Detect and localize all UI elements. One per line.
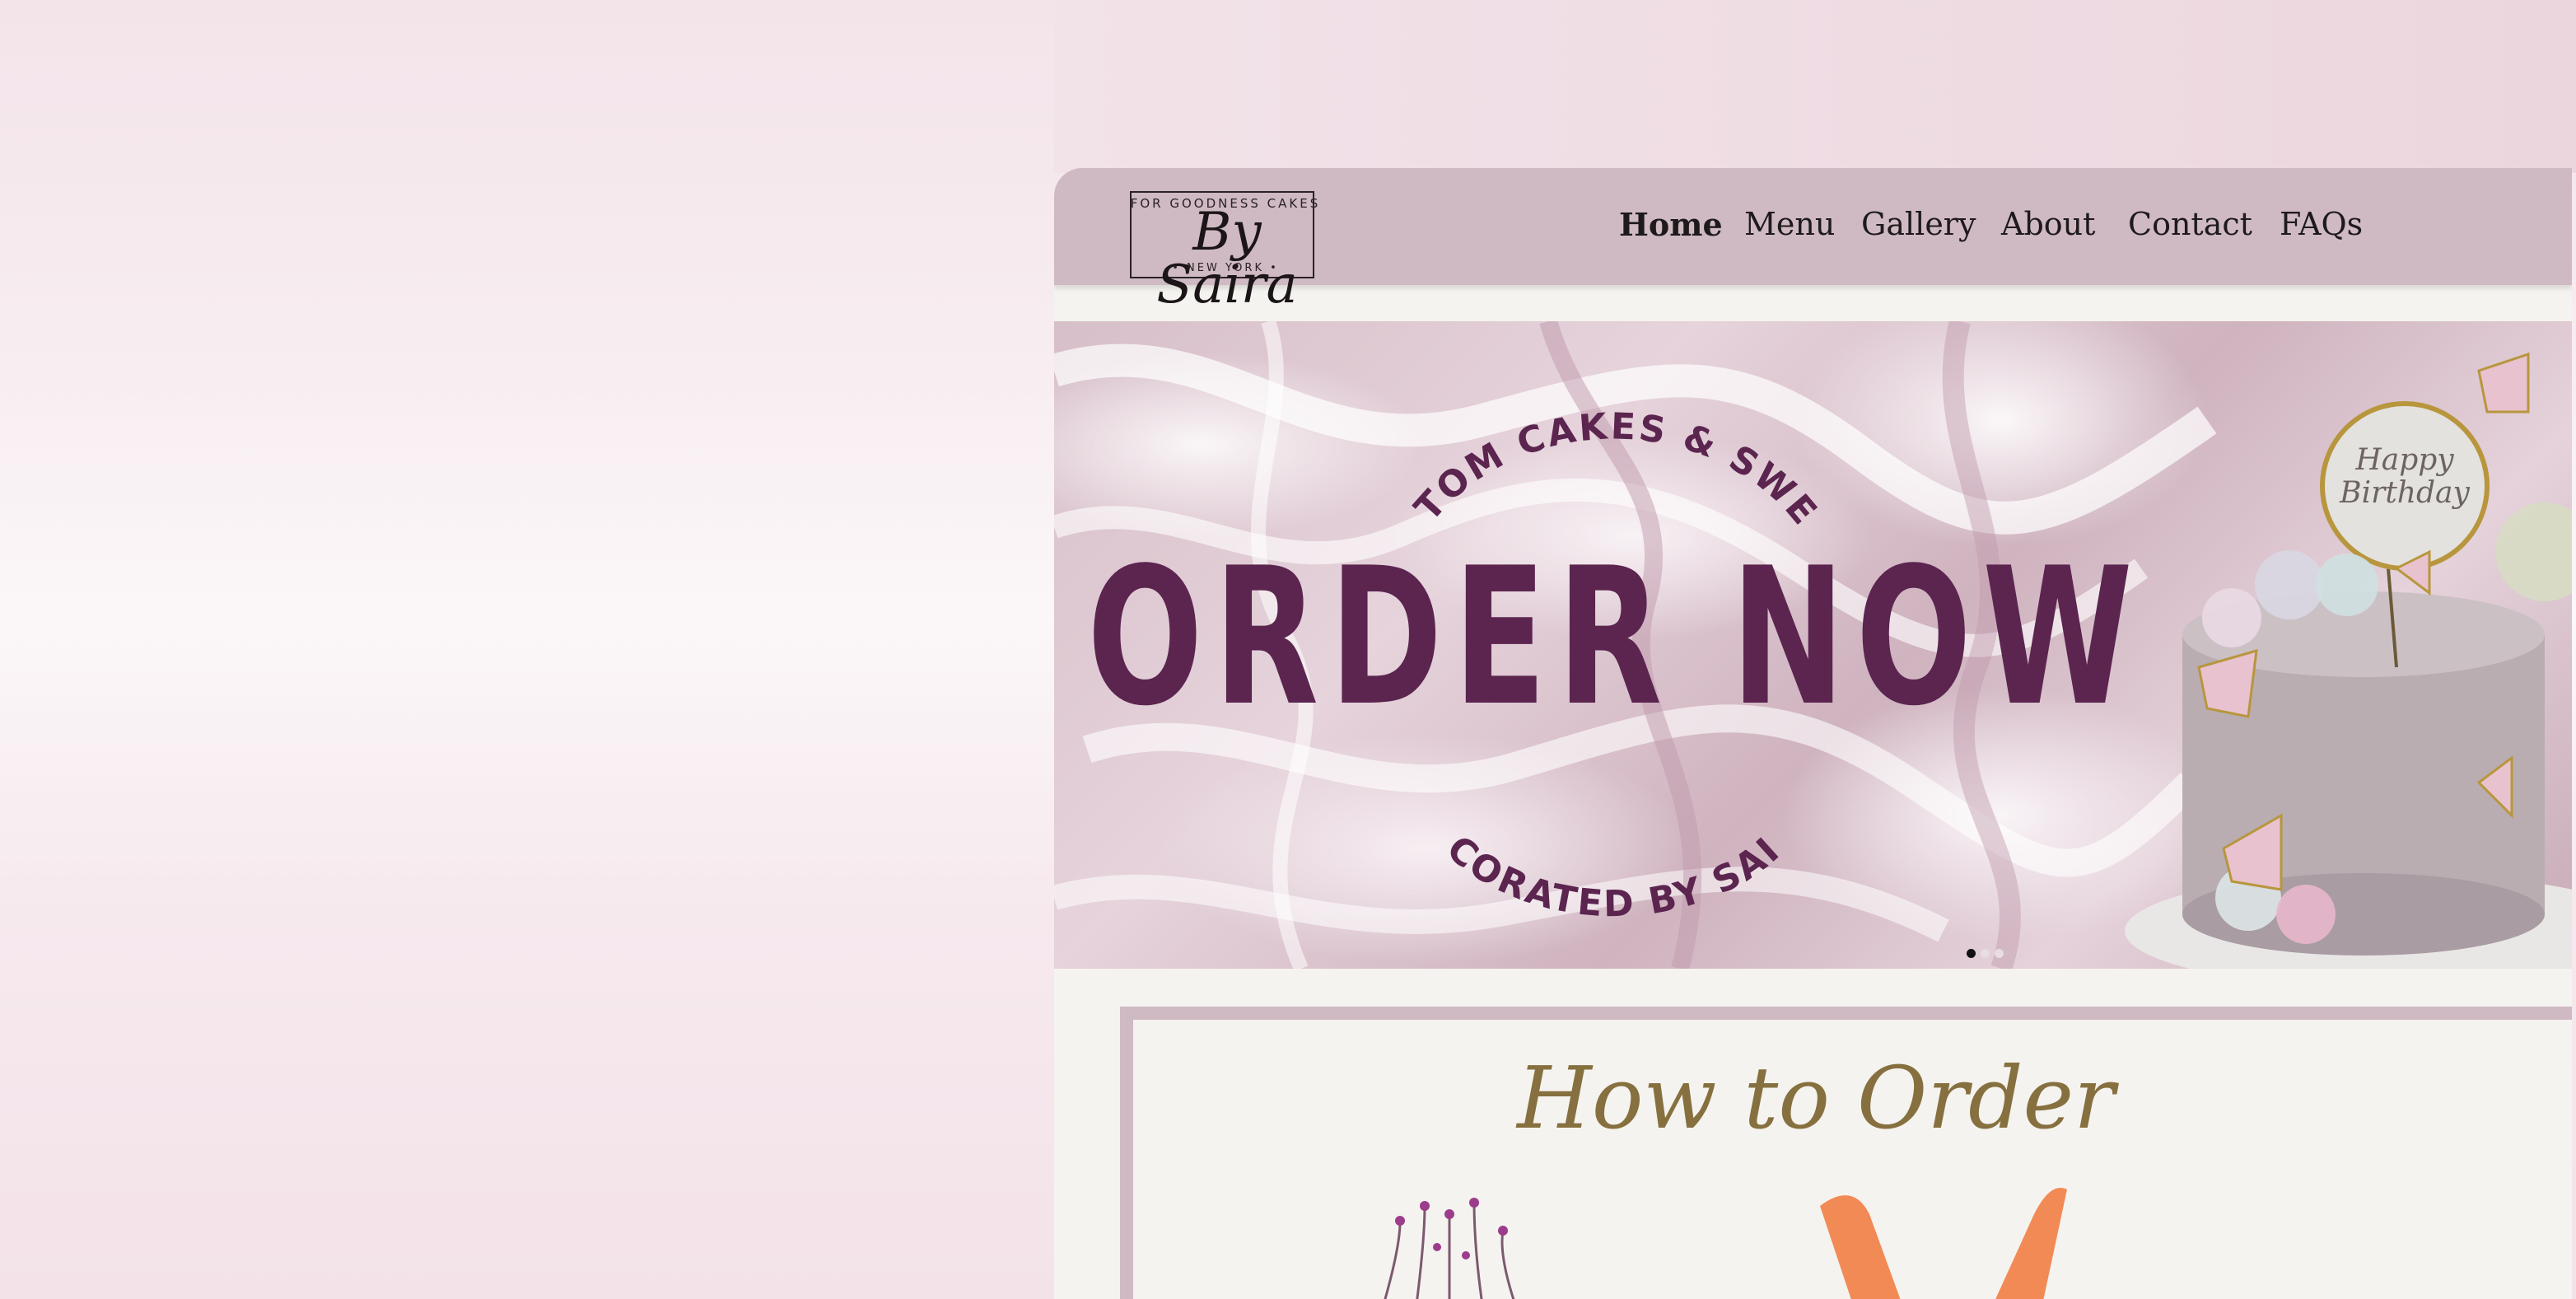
svg-text:CUSTOM CAKES & SWEETS: CUSTOM CAKES & SWEETS	[1054, 321, 1827, 535]
topper-line2: Birthday	[2339, 476, 2470, 510]
slide-dot-2[interactable]	[1981, 949, 1990, 958]
logo-bottom-text: • NEW YORK •	[1172, 262, 1279, 274]
website-window: FOR GOODNESS CAKES By Saira • NEW YORK •…	[1054, 168, 2572, 1299]
arc-top-text: CUSTOM CAKES & SWEETS	[1054, 321, 1824, 535]
nav-item-about[interactable]: About	[2001, 206, 2095, 242]
nav-item-gallery[interactable]: Gallery	[1861, 206, 1976, 242]
topper-line1: Happy	[2354, 443, 2454, 477]
slide-dot-1[interactable]	[1967, 949, 1976, 958]
birthday-cake-image: Happy Birthday	[2125, 352, 2572, 969]
nav-item-contact[interactable]: Contact	[2128, 206, 2252, 242]
nav-item-home[interactable]: Home	[1619, 206, 1723, 243]
site-header: FOR GOODNESS CAKES By Saira • NEW YORK •…	[1054, 168, 2572, 311]
nav-item-faqs[interactable]: FAQs	[2280, 206, 2363, 242]
slide-dot-3[interactable]	[1995, 949, 2004, 958]
nav-item-menu[interactable]: Menu	[1744, 206, 1835, 242]
how-to-order-title: How to Order	[1517, 1048, 2115, 1148]
slider-dots	[1967, 946, 2009, 958]
candles-icon	[1384, 1198, 1515, 1299]
page-background	[1054, 0, 2576, 173]
order-now-headline: ORDER NOW	[1087, 528, 2144, 748]
hero-banner[interactable]: CUSTOM CAKES & SWEETS DECORATED BY SAIRA…	[1054, 321, 2572, 969]
main-navigation: Home Menu Gallery About Contact FAQs	[1054, 206, 2572, 247]
hands-icon	[1820, 1188, 2067, 1299]
